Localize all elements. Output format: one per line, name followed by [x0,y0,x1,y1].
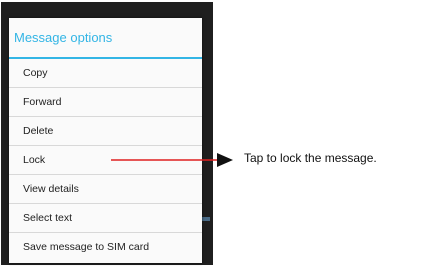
menu-item-label: Lock [23,154,46,166]
menu-item-delete[interactable]: Delete [9,117,202,146]
background-fragment [202,217,210,221]
menu-item-save-to-sim[interactable]: Save message to SIM card [9,233,202,261]
menu-item-forward[interactable]: Forward [9,88,202,117]
dialog-title: Message options [14,30,113,45]
menu-item-select-text[interactable]: Select text [9,204,202,233]
menu-item-label: Copy [23,67,48,79]
menu-item-copy[interactable]: Copy [9,59,202,88]
menu-item-lock[interactable]: Lock [9,146,202,175]
menu-item-label: Save message to SIM card [23,241,150,253]
menu-item-label: Forward [23,96,62,108]
menu-item-view-details[interactable]: View details [9,175,202,204]
callout-arrow-head [217,153,233,167]
menu-item-label: View details [23,183,79,195]
menu-item-label: Select text [23,212,73,224]
callout-text: Tap to lock the message. [244,151,377,165]
menu-item-label: Delete [23,125,54,137]
